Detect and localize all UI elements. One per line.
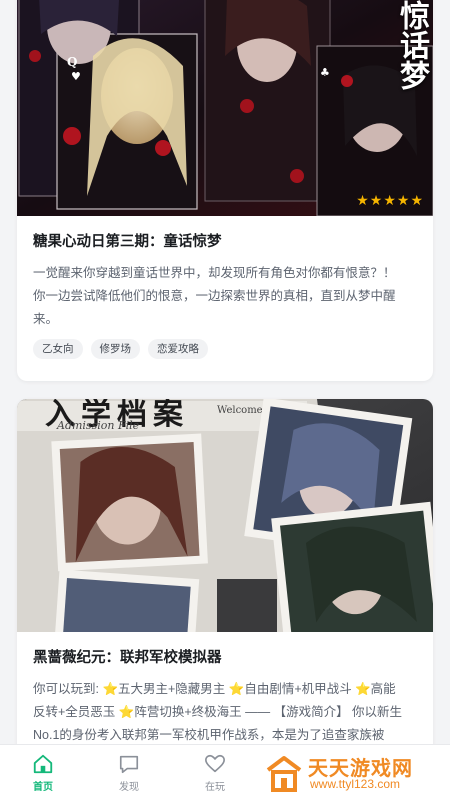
star-icon: ★ [396, 192, 410, 208]
watermark-url: www.ttyl123.com [310, 777, 401, 791]
heart-icon [205, 754, 225, 773]
description-line: 来。 [33, 312, 59, 326]
tab-label: 在玩 [205, 782, 225, 793]
tag[interactable]: 恋爱攻略 [148, 339, 208, 359]
game-title[interactable]: 糖果心动日第三期：童话惊梦 [33, 232, 417, 252]
cover-welcome-text: Welcome [217, 405, 263, 416]
cover-art [17, 399, 433, 632]
game-card[interactable]: 入学档案 Admission File Welcome 黑蔷薇纪元：联邦军校模拟… [17, 399, 433, 744]
watermark-logo-icon [266, 756, 302, 792]
game-description: 一觉醒来你穿越到童话世界中，却发现所有角色对你都有恨意？！ 你一边尝试降低他们的… [33, 262, 417, 331]
game-description: 你可以玩到: ⭐五大男主+隐藏男主 ⭐自由剧情+机甲战斗 ⭐高能 反转+全员恶玉… [33, 678, 417, 744]
tag[interactable]: 乙女向 [33, 339, 83, 359]
site-watermark: 天天游戏网 www.ttyl123.com [264, 752, 440, 796]
game-feed[interactable]: Q ♥ ♣ 惊话梦 ★ ★ ★ ★ ★ 糖果心动日第三期：童话惊梦 一觉醒来你穿… [0, 0, 450, 744]
description-line: No.1的身份考入联邦第一军校机甲作战系，本是为了追查家族被 [33, 728, 385, 742]
home-icon [33, 754, 53, 774]
star-icon: ★ [383, 192, 396, 208]
tab-label: 发现 [119, 782, 139, 793]
message-icon [119, 755, 139, 774]
star-icon: ★ [369, 192, 383, 208]
description-line: 你一边尝试降低他们的恨意，一边探索世界的真相，直到从梦中醒 [33, 289, 396, 303]
cover-title-text: 惊话梦 [394, 0, 429, 90]
star-icon: ★ [356, 192, 369, 208]
game-card[interactable]: Q ♥ ♣ 惊话梦 ★ ★ ★ ★ ★ 糖果心动日第三期：童话惊梦 一觉醒来你穿… [17, 0, 433, 381]
game-cover-image[interactable]: 入学档案 Admission File Welcome [17, 399, 433, 632]
svg-text:Q: Q [67, 55, 77, 69]
svg-text:♣: ♣ [320, 66, 330, 79]
tag[interactable]: 修罗场 [90, 339, 140, 359]
tab-label: 首页 [33, 782, 53, 793]
tab-discover[interactable]: 发现 [99, 753, 159, 793]
tab-playing[interactable]: 在玩 [185, 753, 245, 793]
description-line: 一觉醒来你穿越到童话世界中，却发现所有角色对你都有恨意？！ [33, 266, 396, 280]
description-line: 你可以玩到: ⭐五大男主+隐藏男主 ⭐自由剧情+机甲战斗 ⭐高能 [33, 682, 396, 696]
cover-art: Q ♥ ♣ [17, 0, 433, 216]
cover-subtitle-text: Admission File [57, 419, 140, 432]
tag-list: 乙女向 修罗场 恋爱攻略 [33, 339, 417, 359]
game-cover-image[interactable]: Q ♥ ♣ 惊话梦 ★ ★ ★ ★ ★ [17, 0, 433, 216]
description-line: 反转+全员恶玉 ⭐阵营切换+终极海王 —— 【游戏简介】 你以新生 [33, 705, 403, 719]
rating-stars: ★ ★ ★ ★ ★ [356, 193, 423, 207]
tab-home[interactable]: 首页 [13, 753, 73, 793]
star-icon: ★ [410, 192, 423, 208]
game-title[interactable]: 黑蔷薇纪元：联邦军校模拟器 [33, 648, 417, 668]
svg-text:♥: ♥ [71, 70, 81, 83]
